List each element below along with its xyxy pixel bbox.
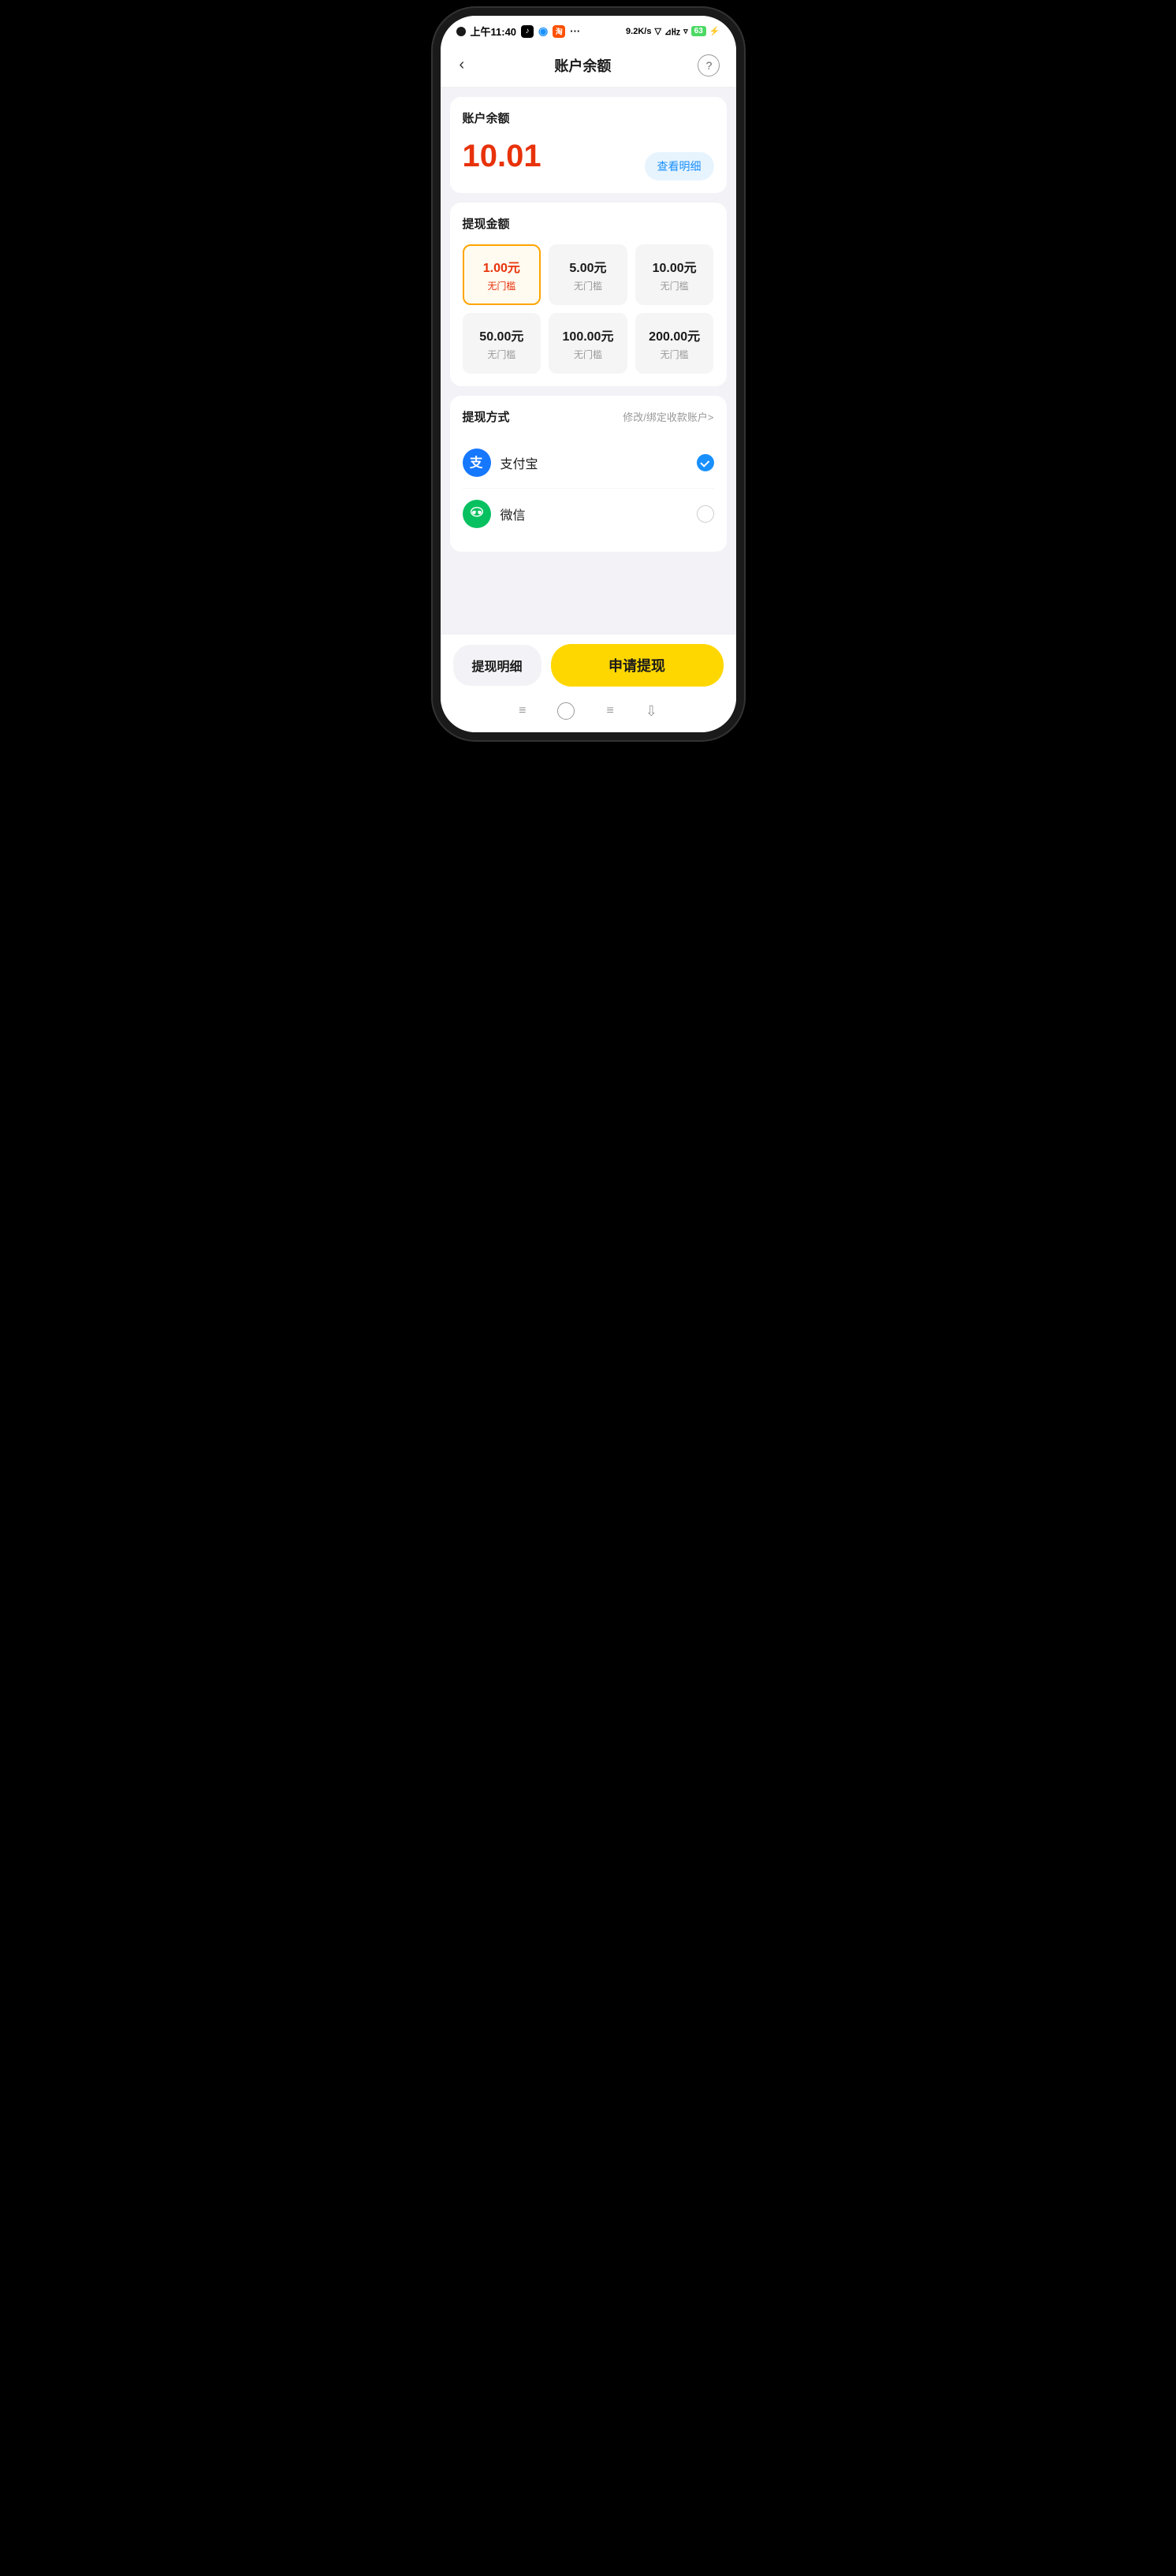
multitask-icon[interactable]: ⇩	[646, 703, 657, 720]
wifi-icon: ▿	[683, 26, 688, 36]
amount-item-2[interactable]: 5.00元 无门槛	[549, 244, 627, 305]
alipay-left: 支 支付宝	[463, 449, 538, 477]
status-icons: 9.2K/s ▽ ⊿㎐ ▿ 63 ⚡	[626, 25, 720, 38]
balance-header: 10.01 查看明细	[463, 139, 714, 181]
charging-icon: ⚡	[709, 26, 720, 36]
balance-amount: 10.01	[463, 139, 541, 174]
amount-item-1[interactable]: 1.00元 无门槛	[463, 244, 541, 305]
alipay-radio-selected	[697, 454, 714, 471]
back-nav-icon[interactable]: ≡	[606, 704, 613, 718]
taobao-icon: 淘	[553, 25, 565, 38]
balance-section-title: 账户余额	[463, 110, 714, 126]
payment-method-card: 提现方式 修改/绑定收款账户> 支 支付宝	[450, 396, 727, 552]
main-content: 账户余额 10.01 查看明细 提现金额 1.00元 无门槛 5.00元 无门槛…	[441, 87, 736, 634]
alipay-method-item[interactable]: 支 支付宝	[463, 437, 714, 489]
page-title: 账户余额	[554, 55, 611, 76]
wechat-method-item[interactable]: 微信	[463, 489, 714, 539]
status-bar: 上午11:40 ♪ ◉ 淘 ··· 9.2K/s ▽ ⊿㎐ ▿ 63 ⚡	[441, 16, 736, 43]
signal-icon: ▽	[654, 26, 661, 36]
amount-value-1: 1.00元	[471, 257, 534, 276]
apply-withdrawal-button[interactable]: 申请提现	[551, 644, 724, 687]
phone-frame: 上午11:40 ♪ ◉ 淘 ··· 9.2K/s ▽ ⊿㎐ ▿ 63 ⚡ ‹ 账…	[441, 16, 736, 732]
amount-value-2: 5.00元	[556, 257, 620, 276]
tiktok-icon: ♪	[521, 25, 534, 38]
home-navigation: ≡ ≡ ⇩	[441, 696, 736, 732]
bind-account-link[interactable]: 修改/绑定收款账户>	[623, 409, 713, 424]
amount-condition-5: 无门槛	[556, 348, 620, 361]
amount-item-4[interactable]: 50.00元 无门槛	[463, 313, 541, 374]
withdrawal-section-title: 提现金额	[463, 215, 714, 232]
amount-condition-4: 无门槛	[471, 348, 534, 361]
amount-condition-6: 无门槛	[643, 348, 706, 361]
network-speed: 9.2K/s	[626, 27, 651, 36]
amount-item-5[interactable]: 100.00元 无门槛	[549, 313, 627, 374]
alipay-icon: 支	[463, 449, 491, 477]
wechat-left: 微信	[463, 500, 526, 528]
view-detail-button[interactable]: 查看明细	[645, 152, 714, 181]
balance-card: 账户余额 10.01 查看明细	[450, 97, 727, 193]
dots-icon: ···	[570, 25, 580, 37]
back-button[interactable]: ‹	[456, 53, 468, 77]
svg-text:支: 支	[469, 455, 482, 471]
amount-grid: 1.00元 无门槛 5.00元 无门槛 10.00元 无门槛 50.00元 无门…	[463, 244, 714, 374]
page-header: ‹ 账户余额 ?	[441, 43, 736, 87]
battery-indicator: 63	[691, 26, 706, 36]
wechat-radio-unselected	[697, 505, 714, 523]
amount-condition-3: 无门槛	[643, 279, 706, 292]
bottom-action-bar: 提现明细 申请提现	[441, 634, 736, 696]
method-header: 提现方式 修改/绑定收款账户>	[463, 408, 714, 425]
mobile-icon: ⊿㎐	[664, 25, 680, 38]
amount-condition-2: 无门槛	[556, 279, 620, 292]
menu-icon[interactable]: ≡	[519, 704, 526, 718]
content-spacer	[450, 561, 727, 624]
amount-item-3[interactable]: 10.00元 无门槛	[635, 244, 714, 305]
alipay-name: 支付宝	[501, 453, 538, 472]
camera-icon	[456, 27, 466, 36]
amount-condition-1: 无门槛	[471, 279, 534, 292]
help-button[interactable]: ?	[698, 54, 720, 76]
wechat-name: 微信	[501, 504, 526, 523]
status-left: 上午11:40 ♪ ◉ 淘 ···	[456, 24, 581, 39]
method-section-title: 提现方式	[463, 408, 510, 425]
amount-value-4: 50.00元	[471, 326, 534, 344]
time-display: 上午11:40	[471, 24, 517, 39]
amount-value-3: 10.00元	[643, 257, 706, 276]
withdrawal-detail-button[interactable]: 提现明细	[453, 645, 541, 686]
amount-value-6: 200.00元	[643, 326, 706, 344]
chat-icon: ◉	[538, 24, 548, 38]
amount-item-6[interactable]: 200.00元 无门槛	[635, 313, 714, 374]
home-button[interactable]	[557, 702, 575, 720]
withdrawal-card: 提现金额 1.00元 无门槛 5.00元 无门槛 10.00元 无门槛 50.0…	[450, 203, 727, 386]
wechat-icon	[463, 500, 491, 528]
amount-value-5: 100.00元	[556, 326, 620, 344]
